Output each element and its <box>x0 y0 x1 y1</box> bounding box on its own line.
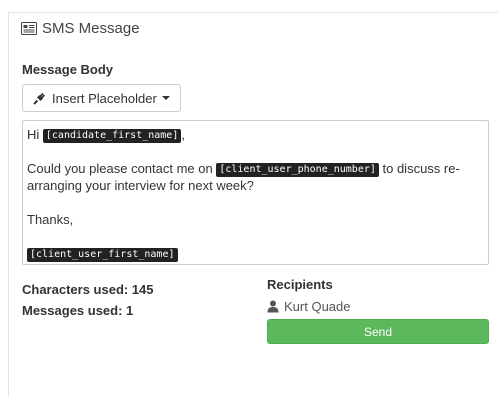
recipient-name: Kurt Quade <box>284 299 351 314</box>
recipient-item: Kurt Quade <box>267 299 351 314</box>
message-text: , <box>181 127 185 142</box>
placeholder-token[interactable]: [client_user_first_name] <box>27 248 178 262</box>
user-icon <box>267 300 279 313</box>
message-text: Could you please contact me on <box>27 161 217 176</box>
recipients-section: Recipients <box>267 277 333 292</box>
message-line: [client_user_first_name] <box>27 245 484 262</box>
message-body-label: Message Body <box>22 62 114 77</box>
insert-placeholder-label: Insert Placeholder <box>52 90 157 106</box>
insert-placeholder-button[interactable]: Insert Placeholder <box>22 84 181 112</box>
recipients-title: Recipients <box>267 277 333 292</box>
message-stats: Characters used: 145 Messages used: 1 <box>22 279 154 321</box>
message-text: Hi <box>27 127 43 142</box>
message-line: Hi [candidate_first_name], <box>27 126 484 143</box>
panel-title: SMS Message <box>42 20 140 37</box>
message-line: Could you please contact me on [client_u… <box>27 160 484 194</box>
message-body-editor[interactable]: Hi [candidate_first_name], Could you ple… <box>22 120 489 265</box>
placeholder-token[interactable]: [candidate_first_name] <box>42 129 182 143</box>
panel-header: SMS Message <box>21 20 140 37</box>
characters-used: Characters used: 145 <box>22 282 154 297</box>
messages-used: Messages used: 1 <box>22 303 134 318</box>
caret-down-icon <box>161 96 170 100</box>
placeholder-token[interactable]: [client_user_phone_number] <box>216 163 379 177</box>
newspaper-icon <box>21 22 37 35</box>
plug-icon <box>33 91 47 105</box>
send-button[interactable]: Send <box>267 319 489 344</box>
message-line: Thanks, <box>27 212 74 227</box>
